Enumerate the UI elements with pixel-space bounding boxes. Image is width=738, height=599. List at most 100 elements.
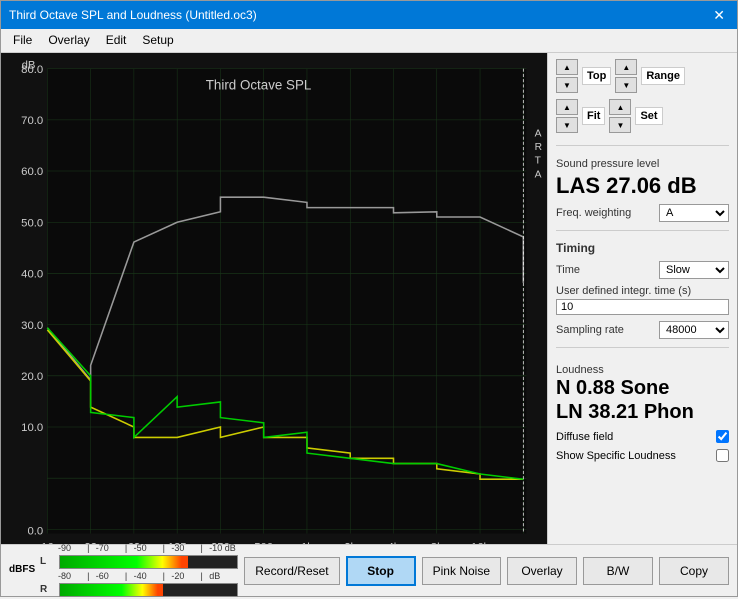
pink-noise-button[interactable]: Pink Noise	[422, 557, 501, 585]
fit-down-button[interactable]: ▼	[556, 117, 578, 133]
sampling-rate-label: Sampling rate	[556, 324, 624, 336]
tick-r-db: dB	[209, 571, 238, 581]
record-reset-button[interactable]: Record/Reset	[244, 557, 339, 585]
tick-l-50: -50	[134, 543, 163, 553]
main-window: Third Octave SPL and Loudness (Untitled.…	[0, 0, 738, 597]
svg-text:16k: 16k	[471, 541, 490, 544]
tick-sep8: |	[200, 571, 209, 581]
timing-section-label: Timing	[556, 241, 729, 255]
svg-text:A: A	[535, 129, 542, 140]
tick-l-90: -90	[58, 543, 87, 553]
top-down-button[interactable]: ▼	[556, 77, 578, 93]
menu-edit[interactable]: Edit	[98, 31, 135, 50]
tick-sep6: |	[125, 571, 134, 581]
svg-text:250: 250	[211, 541, 230, 544]
spl-value: LAS 27.06 dB	[556, 174, 729, 198]
range-group: ▲ ▼	[615, 59, 637, 93]
tick-r-80: -80	[58, 571, 87, 581]
bottom-bar: dBFS -90 | -70 | -50 | -30 | -10 dB	[1, 544, 737, 596]
svg-text:8k: 8k	[431, 541, 443, 544]
svg-text:125: 125	[168, 541, 187, 544]
r-level-bar	[59, 583, 238, 597]
svg-text:Third Octave SPL: Third Octave SPL	[206, 77, 312, 92]
user-integr-input[interactable]	[556, 299, 729, 315]
svg-text:A: A	[535, 169, 542, 180]
svg-text:60.0: 60.0	[21, 166, 43, 178]
dbfs-section: dBFS -90 | -70 | -50 | -30 | -10 dB	[9, 543, 238, 599]
tick-l-30: -30	[171, 543, 200, 553]
divider-2	[556, 230, 729, 231]
tick-l-70: -70	[96, 543, 125, 553]
loudness-section-label: Loudness	[556, 364, 729, 376]
svg-text:20.0: 20.0	[21, 371, 43, 383]
diffuse-field-checkbox[interactable]	[716, 430, 729, 443]
range-down-button[interactable]: ▼	[615, 77, 637, 93]
diffuse-field-label: Diffuse field	[556, 431, 613, 443]
top-label[interactable]: Top	[582, 67, 611, 85]
svg-text:1k: 1k	[301, 541, 313, 544]
range-label[interactable]: Range	[641, 67, 685, 85]
set-group: ▲ ▼	[609, 99, 631, 133]
overlay-button[interactable]: Overlay	[507, 557, 577, 585]
dbfs-label: dBFS	[9, 564, 37, 575]
freq-weighting-label: Freq. weighting	[556, 207, 631, 219]
show-specific-checkbox[interactable]	[716, 449, 729, 462]
l-level-fill	[60, 556, 188, 568]
tick-sep4: |	[200, 543, 209, 553]
chart-area: 80.0 70.0 60.0 50.0 40.0 30.0 20.0 10.0 …	[1, 53, 547, 544]
close-button[interactable]: ✕	[709, 7, 729, 24]
svg-text:R: R	[535, 142, 542, 153]
fit-label[interactable]: Fit	[582, 107, 605, 125]
top-fit-controls: ▲ ▼ Top ▲ ▼ Range	[556, 59, 729, 93]
set-up-button[interactable]: ▲	[609, 99, 631, 115]
time-label: Time	[556, 264, 580, 276]
top-fit-group: ▲ ▼	[556, 59, 578, 93]
tick-sep5: |	[87, 571, 96, 581]
fit-set-controls: ▲ ▼ Fit ▲ ▼ Set	[556, 99, 729, 133]
svg-text:dB: dB	[22, 60, 36, 72]
n-value: N 0.88 Sone	[556, 376, 729, 400]
menu-setup[interactable]: Setup	[134, 31, 181, 50]
window-title: Third Octave SPL and Loudness (Untitled.…	[9, 8, 257, 22]
l-level-bar	[59, 555, 238, 569]
fit-up-button[interactable]: ▲	[556, 99, 578, 115]
fit-group: ▲ ▼	[556, 99, 578, 133]
action-buttons: Record/Reset Stop Pink Noise Overlay B/W…	[244, 556, 729, 586]
svg-text:16: 16	[41, 541, 54, 544]
top-up-button[interactable]: ▲	[556, 59, 578, 75]
bw-button[interactable]: B/W	[583, 557, 653, 585]
tick-sep1: |	[87, 543, 96, 553]
freq-weighting-row: Freq. weighting A C Z	[556, 204, 729, 222]
freq-weighting-select[interactable]: A C Z	[659, 204, 729, 222]
svg-text:10.0: 10.0	[21, 422, 43, 434]
user-integr-label: User defined integr. time (s)	[556, 285, 691, 297]
diffuse-field-row: Diffuse field	[556, 430, 729, 443]
show-specific-row: Show Specific Loudness	[556, 449, 729, 462]
time-row: Time Fast Slow Impulse	[556, 261, 729, 279]
menu-bar: File Overlay Edit Setup	[1, 29, 737, 53]
sampling-rate-row: Sampling rate 44100 48000 96000	[556, 321, 729, 339]
tick-sep7: |	[163, 571, 172, 581]
svg-text:500: 500	[254, 541, 273, 544]
svg-text:T: T	[535, 156, 542, 167]
spl-section-label: Sound pressure level	[556, 158, 729, 170]
svg-text:0.0: 0.0	[27, 526, 43, 538]
range-up-button[interactable]: ▲	[615, 59, 637, 75]
loudness-section: Loudness N 0.88 Sone LN 38.21 Phon	[556, 360, 729, 424]
tick-r-40: -40	[134, 571, 163, 581]
svg-text:70.0: 70.0	[21, 115, 43, 127]
time-select[interactable]: Fast Slow Impulse	[659, 261, 729, 279]
set-label[interactable]: Set	[635, 107, 662, 125]
stop-button[interactable]: Stop	[346, 556, 416, 586]
l-label: L	[40, 556, 56, 567]
divider-3	[556, 347, 729, 348]
sampling-rate-select[interactable]: 44100 48000 96000	[659, 321, 729, 339]
title-bar: Third Octave SPL and Loudness (Untitled.…	[1, 1, 737, 29]
copy-button[interactable]: Copy	[659, 557, 729, 585]
menu-file[interactable]: File	[5, 31, 40, 50]
ln-value: LN 38.21 Phon	[556, 400, 729, 424]
svg-text:4k: 4k	[388, 541, 400, 544]
set-down-button[interactable]: ▼	[609, 117, 631, 133]
menu-overlay[interactable]: Overlay	[40, 31, 97, 50]
divider-1	[556, 145, 729, 146]
